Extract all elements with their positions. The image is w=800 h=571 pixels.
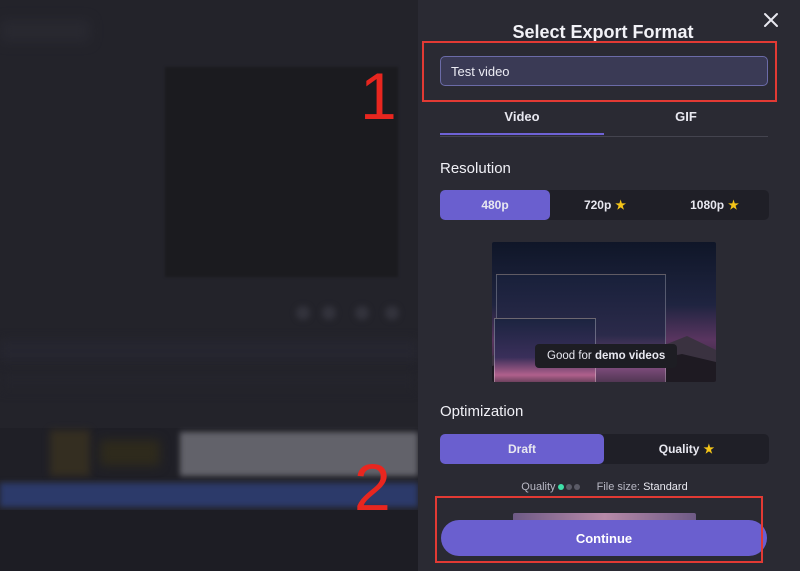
quality-label: Quality <box>521 481 556 493</box>
timeline-clip <box>100 440 160 466</box>
file-size-value: Standard <box>643 481 688 493</box>
caption-prefix: Good for <box>547 350 592 362</box>
quality-dot-off <box>565 484 572 491</box>
resolution-720p-option[interactable]: 720p ★ <box>550 190 660 220</box>
option-label: 720p <box>583 198 612 212</box>
tab-gif[interactable]: GIF <box>604 108 768 135</box>
tab-video[interactable]: Video <box>440 108 604 135</box>
resolution-label: Resolution <box>440 160 511 177</box>
resolution-1080p-option[interactable]: 1080p ★ <box>660 190 769 220</box>
timeline-clip <box>50 430 90 476</box>
caption-highlight: demo videos <box>594 350 666 362</box>
optimization-quality-option[interactable]: Quality ★ <box>604 434 769 464</box>
preview-caption: Good for demo videos <box>535 344 678 368</box>
playback-control <box>322 306 336 320</box>
annotation-box-step1 <box>422 41 777 102</box>
option-label: 480p <box>481 198 509 212</box>
resolution-480p-option[interactable]: 480p <box>440 190 550 220</box>
quality-info: Quality File size: Standard <box>440 481 769 493</box>
close-icon[interactable] <box>762 11 780 29</box>
star-icon: ★ <box>728 198 739 212</box>
resolution-preview-image: Good for demo videos <box>492 242 716 382</box>
editor-controls-row <box>0 340 418 362</box>
format-tabs: Video GIF <box>440 108 768 137</box>
playback-control <box>355 306 369 320</box>
quality-dot-off <box>573 484 580 491</box>
annotation-number-2: 2 <box>354 450 391 524</box>
option-label: 1080p <box>690 198 725 212</box>
resolution-selector: 480p 720p ★ 1080p ★ <box>440 190 769 220</box>
timeline-ruler <box>0 372 418 388</box>
optimization-draft-option[interactable]: Draft <box>440 434 604 464</box>
playback-control <box>296 306 310 320</box>
annotation-box-step2 <box>435 496 763 563</box>
optimization-label: Optimization <box>440 403 524 420</box>
file-size-label: File size: <box>596 481 640 493</box>
annotation-number-1: 1 <box>360 59 397 133</box>
optimization-selector: Draft Quality ★ <box>440 434 769 464</box>
option-label: Quality <box>658 442 700 456</box>
option-label: Draft <box>507 442 536 456</box>
quality-dot-on <box>557 484 564 491</box>
dialog-title: Select Export Format <box>512 22 694 42</box>
star-icon: ★ <box>615 198 627 212</box>
playback-control <box>385 306 399 320</box>
star-icon: ★ <box>703 442 715 456</box>
editor-toolbar <box>0 20 90 42</box>
